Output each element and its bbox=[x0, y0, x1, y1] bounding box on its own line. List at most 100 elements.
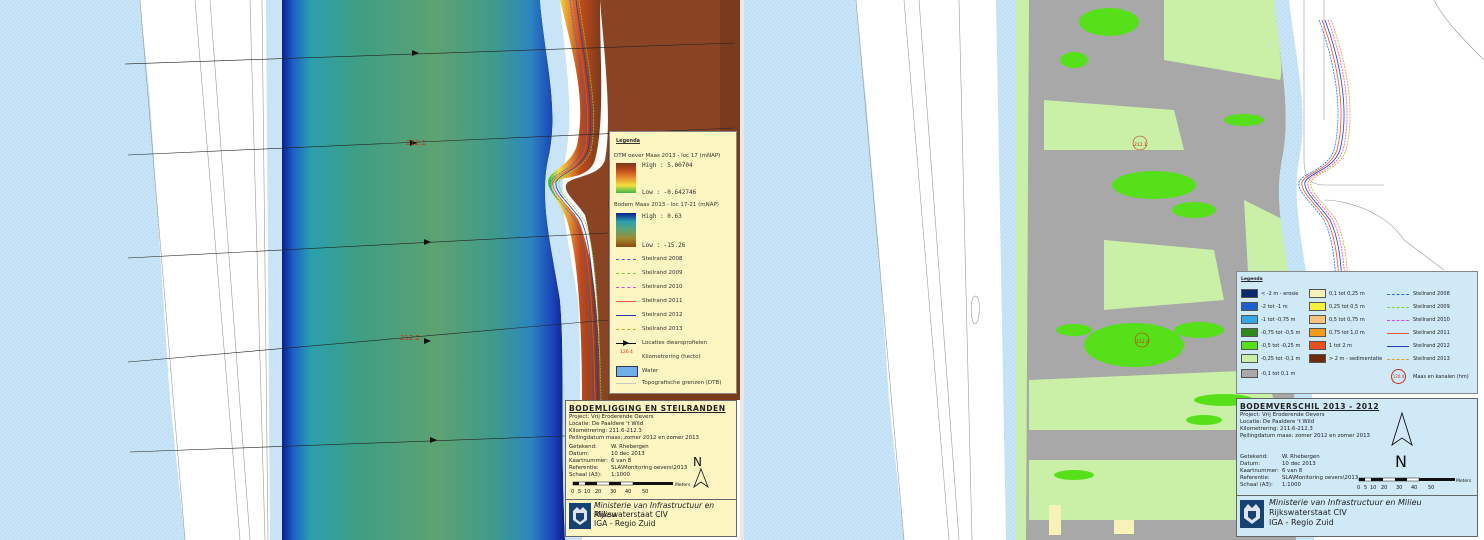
peilingdatum-line: Peilingdatum maas: zomer 2012 en zomer 2… bbox=[1240, 433, 1370, 439]
steilrand-2013-swatch bbox=[616, 329, 636, 330]
class-swatch-11 bbox=[1309, 328, 1326, 337]
scale-tick-0: 0 bbox=[1357, 485, 1360, 491]
kilometrering-line: Kilometrering: 211.6-212.3 bbox=[569, 428, 642, 434]
scale-bar: Meters 0 5 10 20 30 40 50 bbox=[571, 481, 691, 495]
scale-tick-40: 40 bbox=[625, 489, 631, 495]
getekend-key: Getekend: bbox=[569, 444, 597, 450]
line-label-2010: Steilrand 2010 bbox=[1413, 317, 1450, 323]
class-label-7: -0,1 tot 0,1 m bbox=[1261, 371, 1296, 377]
scale-tick-5: 5 bbox=[1364, 485, 1367, 491]
scale-tick-50: 50 bbox=[642, 489, 648, 495]
rijkswaterstaat-logo bbox=[569, 503, 591, 529]
locaties-label: Locaties dwarsprofielen bbox=[642, 340, 708, 346]
class-swatch-13 bbox=[1309, 354, 1326, 363]
class-label-9: 0,25 tot 0,5 m bbox=[1329, 304, 1365, 310]
schaal-value: 1:1000 bbox=[1282, 482, 1301, 488]
topo-swatch bbox=[616, 383, 636, 384]
class-label-8: 0,1 tot 0,25 m bbox=[1329, 291, 1365, 297]
class-swatch-7 bbox=[1241, 369, 1258, 378]
peilingdatum-line: Peilingdatum maas: zomer 2012 en zomer 2… bbox=[569, 435, 699, 441]
scale-tick-20: 20 bbox=[1381, 485, 1387, 491]
steilrand-2009-swatch bbox=[616, 273, 636, 274]
water-strip-west-bank bbox=[996, 0, 1016, 540]
scale-unit: Meters bbox=[675, 482, 691, 488]
scale-tick-0: 0 bbox=[571, 489, 574, 495]
class-label-4: -0,75 tot -0,5 m bbox=[1261, 330, 1301, 336]
topo-label: Topografische grenzen (DTB) bbox=[642, 380, 722, 386]
scale-bar: Meters 0 5 10 20 30 40 50 bbox=[1357, 477, 1472, 491]
bathymetry-map-panel: 212.1 212.2 Legenda DTM oever Maas 2013 … bbox=[0, 0, 740, 540]
water-strip-west-bank bbox=[266, 0, 282, 540]
class-swatch-4 bbox=[1241, 328, 1258, 337]
class-label-5: -0,5 tot -0,25 m bbox=[1261, 343, 1301, 349]
rijkswaterstaat-logo bbox=[1240, 500, 1264, 528]
map-title: BODEMLIGGING EN STEILRANDEN bbox=[569, 404, 726, 413]
km-label-212-2: 212.2 bbox=[1136, 339, 1149, 345]
class-label-3: -1 tot -0,75 m bbox=[1261, 317, 1296, 323]
class-swatch-3 bbox=[1241, 315, 1258, 324]
class-swatch-12 bbox=[1309, 341, 1326, 350]
line-label-2009: Steilrand 2009 bbox=[1413, 304, 1450, 310]
class-label-1: < -2 m - erosie bbox=[1261, 291, 1299, 297]
dtm-low-value: Low : -0.642746 bbox=[642, 189, 697, 196]
scale-unit: Meters bbox=[1456, 478, 1472, 484]
line-label-2008: Steilrand 2008 bbox=[1413, 291, 1450, 297]
km-symbol: 120.4 bbox=[620, 350, 633, 355]
legend-title: Legenda bbox=[1241, 277, 1263, 282]
steilrand-2013-label: Steilrand 2013 bbox=[642, 326, 683, 332]
datum-value: 10 dec 2013 bbox=[611, 451, 645, 457]
north-label: N bbox=[693, 455, 702, 469]
schaal-key: Schaal (A3): bbox=[1240, 482, 1273, 488]
title-block-right: BODEMVERSCHIL 2013 - 2012 Project: Vrij … bbox=[1236, 398, 1478, 537]
line-label-2011: Steilrand 2011 bbox=[1413, 330, 1450, 336]
project-line: Project: Vrij Eroderende Oevers bbox=[1240, 412, 1325, 418]
bodem-low-value: Low : -15.26 bbox=[642, 242, 686, 249]
scale-tick-5: 5 bbox=[578, 489, 581, 495]
title-block: BODEMLIGGING EN STEILRANDEN Project: Vri… bbox=[565, 400, 737, 537]
water-label: Water bbox=[642, 368, 659, 374]
north-arrow-icon: N bbox=[1391, 411, 1413, 471]
class-swatch-9 bbox=[1309, 302, 1326, 311]
bodem-legend-title: Bodem Maas 2013 - loc 17-21 (mNAP) bbox=[614, 202, 719, 208]
kaartnummer-value: 6 van 8 bbox=[1282, 468, 1303, 474]
steilrand-2010-swatch bbox=[616, 287, 636, 288]
class-label-2: -2 tot -1 m bbox=[1261, 304, 1288, 310]
scale-tick-10: 10 bbox=[1370, 485, 1376, 491]
datum-value: 10 dec 2013 bbox=[1282, 461, 1316, 467]
class-swatch-2 bbox=[1241, 302, 1258, 311]
km-symbol: 120.4 bbox=[1391, 369, 1406, 384]
class-label-10: 0,5 tot 0,75 m bbox=[1329, 317, 1365, 323]
referentie-value: SLA\Monitoring oevers\2013 bbox=[611, 465, 688, 471]
steilrand-2011-label: Steilrand 2011 bbox=[642, 298, 683, 304]
dtm-high-value: High : 5.00704 bbox=[642, 162, 693, 169]
class-swatch-8 bbox=[1309, 289, 1326, 298]
scale-tick-30: 30 bbox=[1396, 485, 1402, 491]
ministry-name: Ministerie van Infrastructuur en Milieu bbox=[1269, 498, 1422, 507]
bodem-high-value: High : 0.63 bbox=[642, 213, 682, 220]
class-swatch-6 bbox=[1241, 354, 1258, 363]
class-swatch-5 bbox=[1241, 341, 1258, 350]
steilrand-2012-label: Steilrand 2012 bbox=[642, 312, 683, 318]
maas-label: Maas en kanalen (hm) bbox=[1413, 374, 1469, 380]
km-label-212-2: 212.2 bbox=[400, 334, 420, 342]
steilrand-2012-swatch bbox=[616, 315, 636, 316]
scale-tick-50: 50 bbox=[1428, 485, 1434, 491]
line-label-2012: Steilrand 2012 bbox=[1413, 343, 1450, 349]
locatie-line: Locatie: De Paaldere 't Wild bbox=[569, 421, 644, 427]
steilrand-2009-label: Steilrand 2009 bbox=[642, 270, 683, 276]
schaal-value: 1:1000 bbox=[611, 472, 630, 478]
arrow-icon bbox=[623, 340, 629, 346]
map-title: BODEMVERSCHIL 2013 - 2012 bbox=[1240, 402, 1380, 411]
line-swatch-2012 bbox=[1387, 346, 1409, 347]
kilometrering-line: Kilometrering: 211.6-212.3 bbox=[1240, 426, 1313, 432]
river-bathymetry bbox=[282, 0, 565, 540]
steilrand-2008-swatch bbox=[616, 259, 636, 260]
ministry-line: Ministerie van Infrastructuur en Milieu bbox=[1269, 498, 1422, 508]
class-swatch-1 bbox=[1241, 289, 1258, 298]
line-swatch-2010 bbox=[1387, 320, 1409, 321]
title-divider bbox=[1237, 495, 1477, 496]
class-label-6: -0,25 tot -0,1 m bbox=[1261, 356, 1301, 362]
schaal-key: Schaal (A3): bbox=[569, 472, 602, 478]
legend-title: Legenda bbox=[616, 138, 641, 144]
class-swatch-10 bbox=[1309, 315, 1326, 324]
